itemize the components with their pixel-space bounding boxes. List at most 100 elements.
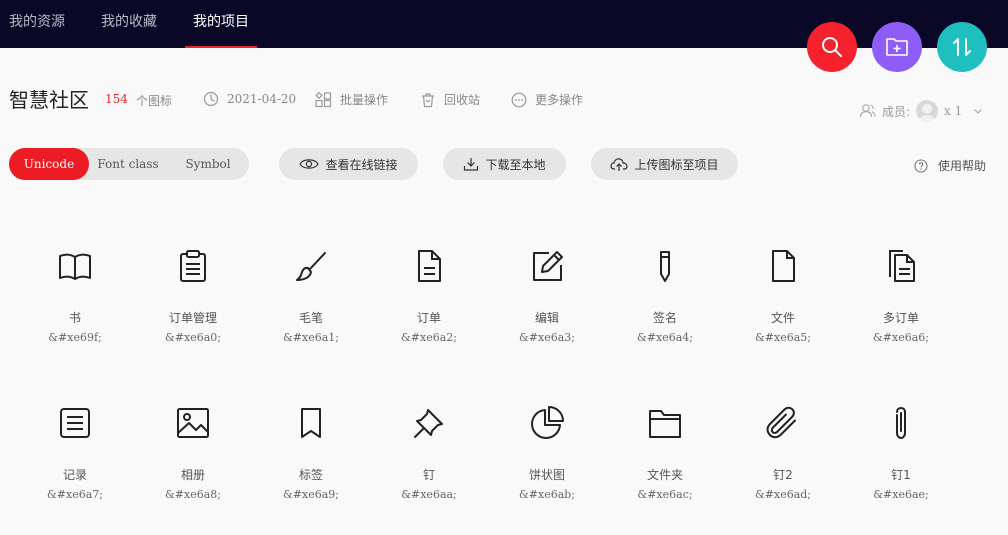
icon-name: 钉2 [773,468,793,482]
icon-card[interactable]: 签名 &#xe6a4; [606,248,724,378]
icon-name: 编辑 [534,311,559,325]
icon-name: 签名 [652,311,677,325]
search-button[interactable] [807,22,857,72]
icon-card[interactable]: 标签 &#xe6a9; [252,405,370,535]
icon-card[interactable]: 相册 &#xe6a8; [134,405,252,535]
image-icon [175,405,211,441]
paperclip-icon [765,405,801,441]
icon-name: 标签 [298,468,323,482]
icon-name: 订单管理 [168,311,217,325]
icon-card[interactable]: 订单 &#xe6a2; [370,248,488,378]
tab-my-favorites[interactable]: 我的收藏 [101,0,157,48]
created-date: 2021-04-20 [203,91,296,107]
icon-code: &#xe6a9; [283,488,339,501]
document-icon [411,248,447,284]
download-button[interactable]: 下载至本地 [443,148,566,180]
clipboard-icon [175,248,211,284]
file-icon [765,248,801,284]
trash-icon [422,92,434,107]
paperclip-vertical-icon [883,405,919,441]
icon-code: &#xe6a6; [873,331,929,344]
format-font-class[interactable]: Font class [93,148,163,180]
recycle-bin-label: 回收站 [444,93,481,107]
format-switch: Unicode Font class Symbol [9,148,249,180]
upload-icons-button[interactable]: 上传图标至项目 [591,148,738,180]
format-symbol[interactable]: Symbol [173,148,243,180]
more-actions-button[interactable]: 更多操作 [511,91,583,108]
help-link[interactable]: 使用帮助 [914,157,986,174]
members[interactable]: 成员: x 1 [859,100,984,122]
icon-card[interactable]: 记录 &#xe6a7; [16,405,134,535]
pie-chart-icon [529,405,565,441]
upload-icons-label: 上传图标至项目 [634,157,719,172]
download-label: 下载至本地 [485,157,546,172]
icon-name: 多订单 [882,311,919,325]
more-actions-label: 更多操作 [535,93,584,107]
grid-icon [315,91,332,107]
folder-icon [647,405,683,441]
download-icon [464,158,479,171]
book-icon [57,248,93,284]
help-label: 使用帮助 [938,159,987,173]
record-icon [57,405,93,441]
batch-operation-button[interactable]: 批量操作 [315,91,388,108]
icon-code: &#xe6ad; [754,488,812,501]
icon-card[interactable]: 饼状图 &#xe6ab; [488,405,606,535]
created-date-value: 2021-04-20 [227,92,297,106]
more-icon [511,92,527,107]
pen-icon [647,248,683,284]
icon-name: 相册 [180,468,205,482]
multi-document-icon [883,248,919,284]
icon-code: &#xe6ab; [518,488,576,501]
icon-code: &#xe6a3; [519,331,575,344]
icon-count: 154 [105,92,128,106]
icon-card[interactable]: 书 &#xe69f; [16,248,134,378]
sort-icon [953,38,971,56]
icon-card[interactable]: 钉1 &#xe6ae; [842,405,960,535]
icon-code: &#xe6ac; [637,488,693,501]
question-icon [914,158,928,173]
icon-card[interactable]: 钉 &#xe6aa; [370,405,488,535]
icon-card[interactable]: 多订单 &#xe6a6; [842,248,960,378]
icon-code: &#xe6a4; [637,331,693,344]
icon-card[interactable]: 毛笔 &#xe6a1; [252,248,370,378]
bookmark-icon [293,405,329,441]
view-online-link-button[interactable]: 查看在线链接 [279,148,418,180]
sort-button[interactable] [937,22,987,72]
icon-name: 书 [68,311,81,325]
brush-icon [293,248,329,284]
icon-card[interactable]: 文件 &#xe6a5; [724,248,842,378]
add-folder-icon [886,38,908,56]
edit-icon [529,248,565,284]
icon-card[interactable]: 编辑 &#xe6a3; [488,248,606,378]
eye-icon [299,159,320,169]
top-nav: 我的资源 我的收藏 我的项目 [0,0,1008,48]
format-unicode[interactable]: Unicode [9,148,89,180]
members-icon [859,104,876,118]
avatar [916,100,939,122]
icon-card[interactable]: 钉2 &#xe6ad; [724,405,842,535]
clock-icon [203,91,219,107]
icon-name: 饼状图 [528,468,565,482]
members-count: x 1 [944,104,963,118]
icon-code: &#xe6a2; [401,331,457,344]
chevron-down-icon [974,109,983,114]
tab-my-projects[interactable]: 我的项目 [185,0,257,48]
add-folder-button[interactable] [872,22,922,72]
batch-operation-label: 批量操作 [340,93,389,107]
recycle-bin-button[interactable]: 回收站 [420,91,480,108]
icon-name: 文件夹 [646,468,683,482]
icon-name: 毛笔 [298,311,323,325]
icon-code: &#xe6a7; [47,488,103,501]
icon-code: &#xe6a8; [165,488,221,501]
pin-icon [411,405,447,441]
icon-card[interactable]: 文件夹 &#xe6ac; [606,405,724,535]
icon-name: 文件 [770,311,795,325]
icon-code: &#xe6a1; [283,331,339,344]
icon-name: 钉 [422,468,435,482]
icon-code: &#xe6ae; [873,488,929,501]
icon-code: &#xe6aa; [401,488,457,501]
icon-code: &#xe6a5; [755,331,811,344]
tab-my-resources[interactable]: 我的资源 [9,0,65,48]
icon-card[interactable]: 订单管理 &#xe6a0; [134,248,252,378]
